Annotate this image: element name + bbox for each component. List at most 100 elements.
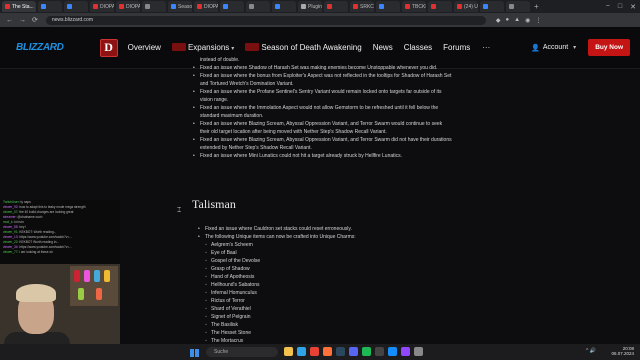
extension-icon[interactable]: ● bbox=[506, 17, 510, 24]
extension-icon[interactable]: ◆ bbox=[496, 17, 501, 24]
chat-text: how to adapt this to teaky mode mega str… bbox=[19, 205, 86, 209]
charm-item: Hellhound's Sabatons bbox=[205, 281, 457, 289]
taskbar-search-input[interactable]: Suche bbox=[206, 347, 278, 357]
tab-label: (24) Uni... bbox=[464, 3, 478, 10]
chat-username: viewer_22 bbox=[3, 240, 18, 244]
forward-icon[interactable]: → bbox=[19, 17, 26, 24]
chat-text: hey ! bbox=[19, 225, 27, 229]
section-title-talisman: Talisman bbox=[192, 197, 236, 211]
nav-news[interactable]: News bbox=[373, 43, 393, 52]
steam-icon[interactable] bbox=[336, 347, 345, 356]
mouse-cursor-icon: ⌶ bbox=[177, 207, 182, 214]
browser-tab[interactable]: DIOPAS... bbox=[90, 1, 114, 12]
browser-tab[interactable] bbox=[246, 1, 270, 12]
chrome-icon[interactable] bbox=[310, 347, 319, 356]
nav-expansions[interactable]: Expansions ▾ bbox=[171, 43, 235, 52]
tab-favicon-icon bbox=[483, 4, 488, 9]
tab-label: The Sta... bbox=[12, 3, 34, 10]
tab-favicon-icon bbox=[67, 4, 72, 9]
new-tab-button[interactable]: + bbox=[534, 2, 539, 11]
tab-favicon-icon bbox=[301, 4, 306, 9]
buy-now-button[interactable]: Buy Now bbox=[588, 39, 630, 56]
app-icon[interactable] bbox=[414, 347, 423, 356]
close-window-button[interactable]: ✕ bbox=[630, 3, 636, 11]
browser-tab[interactable] bbox=[38, 1, 62, 12]
tab-favicon-icon bbox=[41, 4, 46, 9]
tab-label: TBCKD... bbox=[412, 3, 426, 10]
browser-tab[interactable] bbox=[506, 1, 530, 12]
browser-tab[interactable] bbox=[272, 1, 296, 12]
chat-username: viewer_92 bbox=[3, 205, 18, 209]
talisman-notes: Fixed an issue where Cauldron set stacks… bbox=[197, 225, 457, 345]
browser-tab[interactable]: SRKC... bbox=[350, 1, 374, 12]
browser-tab[interactable]: (24) Uni... bbox=[454, 1, 478, 12]
chat-username: streamer bbox=[3, 215, 16, 219]
nav-forums[interactable]: Forums bbox=[443, 43, 470, 52]
chat-username: viewer_77 bbox=[3, 250, 18, 254]
diablo-logo[interactable]: D bbox=[99, 38, 118, 57]
chat-text: KEKBOT Worth reading in... bbox=[19, 240, 60, 244]
browser-tab[interactable]: Season bbox=[168, 1, 192, 12]
browser-tab-bar: The Sta... DIOPAS... DIOPAS... Season DIOPAS… bbox=[0, 0, 640, 13]
charm-item: Aelgrem's Scheem bbox=[205, 241, 457, 249]
browser-tab[interactable] bbox=[428, 1, 452, 12]
chevron-down-icon: ▾ bbox=[231, 46, 235, 52]
twitch-icon[interactable] bbox=[401, 347, 410, 356]
back-icon[interactable]: ← bbox=[6, 17, 13, 24]
tab-label: SRKC... bbox=[360, 3, 374, 10]
spotify-icon[interactable] bbox=[362, 347, 371, 356]
file-explorer-icon[interactable] bbox=[284, 347, 293, 356]
url-input[interactable]: news.blizzard.com bbox=[45, 15, 486, 25]
nav-overview[interactable]: Overview bbox=[128, 43, 161, 52]
tab-favicon-icon bbox=[353, 4, 358, 9]
chat-text: @chatname ouch bbox=[17, 215, 43, 219]
taskbar-clock[interactable]: 20:08 06.07.2024 bbox=[611, 346, 634, 356]
edge-icon[interactable] bbox=[297, 347, 306, 356]
patch-note-item: Fixed an issue where the bonus from Expl… bbox=[192, 72, 452, 88]
browser-tab[interactable]: DIOPAS... bbox=[194, 1, 218, 12]
clock-date: 06.07.2024 bbox=[611, 351, 634, 356]
browser-tab[interactable] bbox=[64, 1, 88, 12]
firefox-icon[interactable] bbox=[323, 347, 332, 356]
browser-tab[interactable] bbox=[480, 1, 504, 12]
windows-start-icon[interactable] bbox=[190, 349, 199, 357]
obs-icon[interactable] bbox=[375, 347, 384, 356]
nav-classes[interactable]: Classes bbox=[404, 43, 432, 52]
figure-icon bbox=[74, 270, 80, 282]
charm-item: Rictus of Terror bbox=[205, 297, 457, 305]
tab-label: Plugin bbox=[308, 3, 322, 10]
blizzard-logo[interactable]: BLIZZARD bbox=[16, 42, 64, 53]
nav-season[interactable]: Season of Death Awakening bbox=[245, 43, 362, 52]
charm-item: Infernal Homunculus bbox=[205, 289, 457, 297]
figure-icon bbox=[94, 270, 100, 282]
more-options-icon[interactable]: ⋯ bbox=[482, 43, 490, 52]
discord-icon[interactable] bbox=[349, 347, 358, 356]
browser-tab[interactable] bbox=[376, 1, 400, 12]
season-badge-icon bbox=[245, 43, 260, 51]
tab-favicon-icon bbox=[457, 4, 462, 9]
profile-icon[interactable]: ◉ bbox=[525, 17, 530, 24]
account-menu[interactable]: 👤 Account ▾ bbox=[531, 44, 576, 52]
tab-favicon-icon bbox=[379, 4, 384, 9]
browser-tab[interactable] bbox=[220, 1, 244, 12]
address-bar: ← → ⟳ news.blizzard.com ◆ ● ▲ ◉ ⋮ bbox=[0, 13, 640, 27]
tab-favicon-icon bbox=[197, 4, 202, 9]
minimize-button[interactable]: − bbox=[606, 3, 610, 11]
reload-icon[interactable]: ⟳ bbox=[32, 16, 38, 24]
patch-notes-list: instead of double. Fixed an issue where … bbox=[192, 56, 452, 160]
browser-tab[interactable]: Plugin bbox=[298, 1, 322, 12]
maximize-button[interactable]: □ bbox=[618, 3, 622, 11]
battle-net-icon[interactable] bbox=[388, 347, 397, 356]
extension-icon[interactable]: ▲ bbox=[514, 17, 520, 24]
browser-tab[interactable] bbox=[324, 1, 348, 12]
tab-favicon-icon bbox=[5, 4, 10, 9]
browser-tab[interactable]: DIOPAS... bbox=[116, 1, 140, 12]
figure-icon bbox=[96, 288, 102, 300]
browser-tab[interactable] bbox=[142, 1, 166, 12]
menu-icon[interactable]: ⋮ bbox=[535, 17, 541, 24]
browser-tab[interactable]: TBCKD... bbox=[402, 1, 426, 12]
chat-text: the 40 build changes are looking great bbox=[19, 210, 74, 214]
browser-tab[interactable]: The Sta... bbox=[2, 1, 36, 12]
system-tray[interactable]: ^ 🔊 bbox=[586, 348, 596, 354]
tab-favicon-icon bbox=[223, 4, 228, 9]
